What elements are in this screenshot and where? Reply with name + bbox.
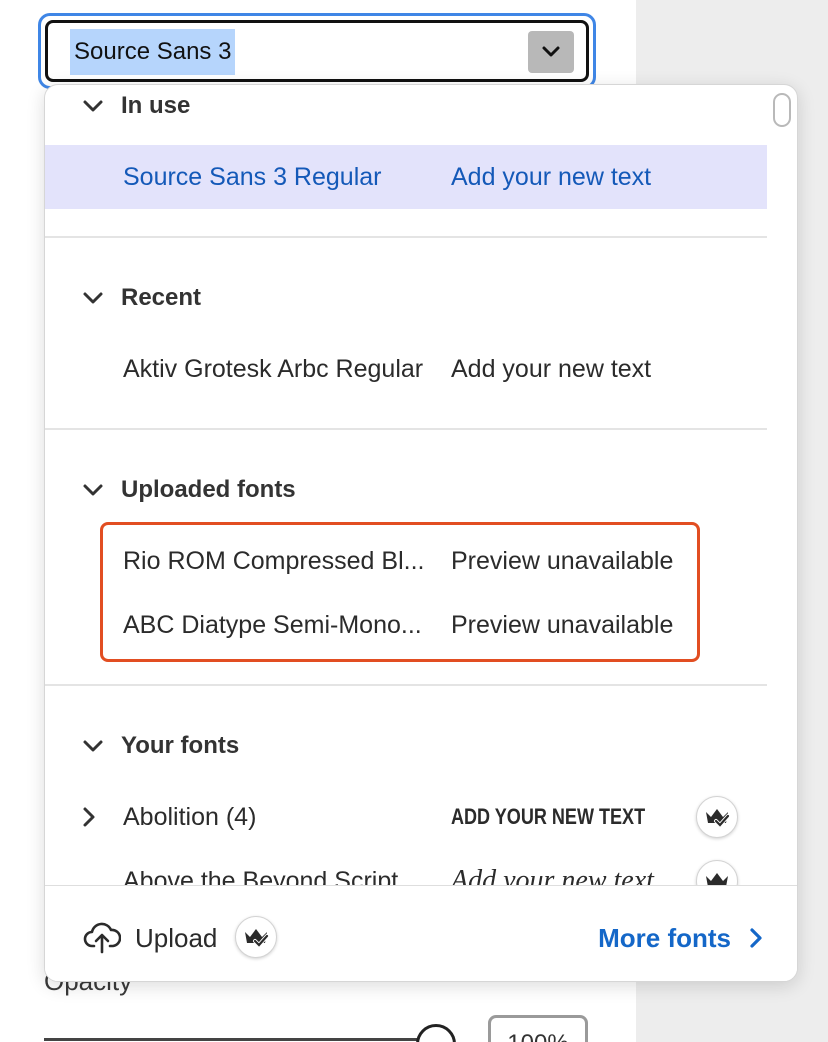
upload-button[interactable]: Upload bbox=[83, 916, 217, 960]
chevron-down-icon bbox=[83, 740, 103, 752]
opacity-slider-handle[interactable] bbox=[416, 1024, 456, 1042]
font-option-in-use[interactable]: Source Sans 3 Regular Add your new text bbox=[45, 145, 767, 209]
font-preview: Add your new text bbox=[451, 163, 652, 191]
chevron-right-icon bbox=[83, 807, 95, 827]
more-fonts-link[interactable]: More fonts bbox=[598, 916, 763, 960]
font-option-recent[interactable]: Aktiv Grotesk Arbc Regular Add your new … bbox=[45, 337, 767, 401]
cloud-upload-icon bbox=[83, 922, 121, 954]
section-title: Your fonts bbox=[121, 732, 240, 759]
popover-footer: Upload More fonts bbox=[45, 885, 797, 981]
premium-crown-badge bbox=[696, 860, 738, 885]
opacity-slider-track[interactable] bbox=[44, 1038, 434, 1041]
crown-check-icon bbox=[706, 809, 730, 828]
font-name: Aktiv Grotesk Arbc Regular bbox=[123, 355, 424, 383]
font-preview: Add your new text bbox=[451, 355, 652, 383]
font-family-field[interactable]: Source Sans 3 bbox=[45, 20, 589, 82]
chevron-right-icon bbox=[750, 928, 762, 948]
section-header-your-fonts[interactable]: Your fonts bbox=[81, 726, 239, 766]
premium-crown-badge bbox=[235, 916, 277, 958]
font-name: Source Sans 3 Regular bbox=[123, 163, 382, 191]
chevron-down-icon bbox=[83, 100, 103, 112]
section-title: Recent bbox=[121, 284, 202, 311]
section-title: In use bbox=[121, 92, 191, 119]
section-divider bbox=[45, 236, 767, 238]
font-family-row[interactable]: Abolition (4) ADD YOUR NEW TEXT bbox=[45, 785, 767, 849]
upload-label: Upload bbox=[135, 922, 218, 953]
section-header-uploaded-fonts[interactable]: Uploaded fonts bbox=[81, 470, 296, 510]
chevron-down-icon bbox=[83, 292, 103, 304]
premium-crown-badge bbox=[696, 796, 738, 838]
font-dropdown-popover: In use Source Sans 3 Regular Add your ne… bbox=[44, 84, 798, 982]
font-preview: Add your new text bbox=[451, 865, 654, 885]
font-name: Above the Beyond Script bbox=[123, 867, 399, 885]
font-list: In use Source Sans 3 Regular Add your ne… bbox=[45, 85, 767, 885]
font-family-input[interactable]: Source Sans 3 bbox=[70, 29, 236, 75]
font-name: Abolition (4) bbox=[123, 803, 257, 831]
section-header-recent[interactable]: Recent bbox=[81, 278, 201, 318]
chevron-down-icon bbox=[542, 46, 560, 57]
chevron-down-icon bbox=[83, 484, 103, 496]
font-dropdown-toggle[interactable] bbox=[528, 31, 574, 73]
expand-family-toggle[interactable] bbox=[81, 785, 97, 849]
font-family-row[interactable]: Above the Beyond Script Add your new tex… bbox=[45, 849, 767, 885]
crown-check-icon bbox=[706, 873, 728, 885]
annotation-highlight-box bbox=[100, 522, 700, 662]
section-title: Uploaded fonts bbox=[121, 476, 296, 503]
section-divider bbox=[45, 684, 767, 686]
opacity-value-input[interactable]: 100% bbox=[488, 1015, 588, 1042]
more-fonts-label: More fonts bbox=[598, 922, 731, 953]
section-divider bbox=[45, 428, 767, 430]
section-header-in-use[interactable]: In use bbox=[81, 86, 190, 126]
crown-check-icon bbox=[245, 929, 269, 948]
font-family-combobox[interactable]: Source Sans 3 bbox=[38, 13, 596, 89]
font-preview: ADD YOUR NEW TEXT bbox=[451, 804, 646, 829]
scrollbar-thumb[interactable] bbox=[773, 93, 791, 127]
